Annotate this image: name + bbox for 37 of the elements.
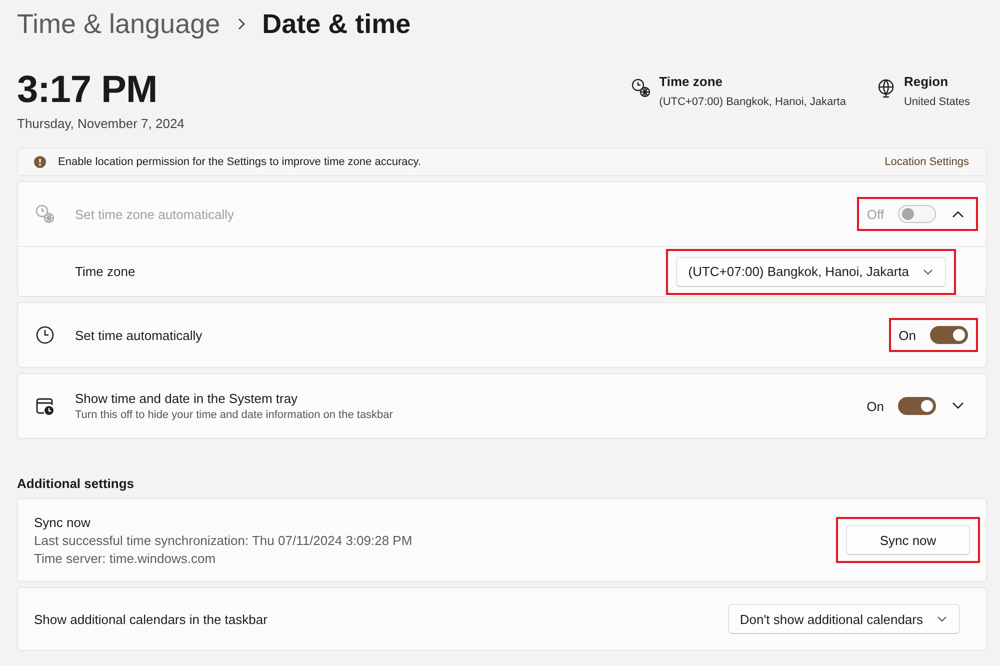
toggle-state-label: On — [866, 398, 884, 414]
section-heading: Additional settings — [17, 476, 135, 493]
clock-globe-icon — [631, 78, 652, 98]
current-time: 3:17 PM — [17, 68, 158, 112]
dropdown-caret-icon — [923, 268, 933, 274]
chevron-down-icon[interactable] — [952, 402, 964, 410]
toggle-switch[interactable] — [898, 397, 936, 415]
summary-value: (UTC+07:00) Bangkok, Hanoi, Jakarta — [659, 96, 846, 108]
dropdown-caret-icon — [937, 616, 947, 622]
setting-label: Show additional calendars in the taskbar — [34, 612, 268, 626]
current-date: Thursday, November 7, 2024 — [17, 116, 184, 131]
location-settings-link[interactable]: Location Settings — [884, 156, 969, 168]
clock-icon — [35, 325, 55, 345]
setting-label: Set time zone automatically — [75, 206, 235, 222]
toggle-state-label: Off — [866, 206, 884, 222]
summary-value: United States — [904, 96, 970, 108]
summary-label: Region — [904, 74, 950, 89]
setting-label: Sync now — [34, 514, 92, 530]
setting-description: Turn this off to hide your time and date information on the taskbar — [75, 409, 394, 421]
banner-message: Enable location permission for the Settings to improve time zone accuracy. — [58, 156, 422, 168]
chevron-right-icon — [236, 18, 246, 30]
sync-button[interactable]: Sync now — [846, 525, 970, 555]
globe-icon — [876, 78, 896, 98]
setting-label: Set time automatically — [75, 328, 204, 342]
toggle-state-label: On — [898, 328, 916, 342]
toggle-switch[interactable] — [930, 326, 968, 344]
dropdown[interactable]: Don't show additional calendars — [728, 604, 960, 634]
alert-icon — [34, 156, 46, 168]
clock-globe-icon — [35, 204, 55, 224]
setting-detail: Time server: time.windows.com — [34, 550, 217, 566]
summary-label: Time zone — [659, 74, 724, 89]
setting-label: Time zone — [75, 264, 136, 279]
calendar-clock-icon — [35, 396, 55, 416]
breadcrumb-link[interactable]: Time & language — [17, 8, 220, 40]
page-title: Date & time — [262, 8, 411, 40]
setting-detail: Last successful time synchronization: Thu 07/11/2024 3:09:28 PM — [34, 532, 414, 548]
setting-label: Show time and date in the System tray — [75, 391, 299, 406]
